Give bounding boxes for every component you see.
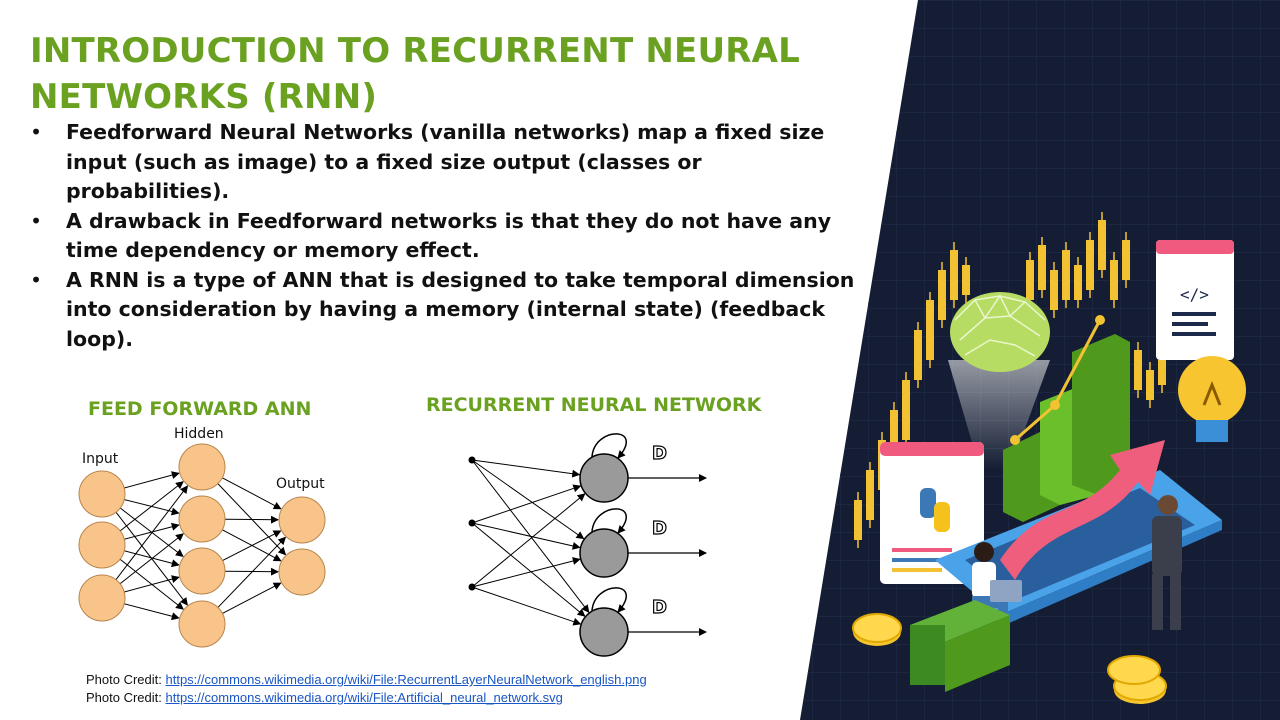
credit-link[interactable]: https://commons.wikimedia.org/wiki/File:… (166, 690, 563, 705)
credit-line: Photo Credit: https://commons.wikimedia.… (86, 689, 647, 707)
candlestick-body (854, 500, 862, 540)
bullet-item: • A drawback in Feedforward networks is t… (30, 207, 870, 266)
input-dot (468, 583, 476, 591)
candlestick-body (1146, 370, 1154, 400)
network-connection (474, 459, 581, 478)
candlestick-body (1158, 360, 1166, 385)
hidden-node (178, 495, 226, 543)
candlestick-body (902, 380, 910, 440)
candlestick-body (1074, 265, 1082, 300)
candlestick-body (914, 330, 922, 380)
network-connection (224, 515, 280, 524)
bullet-dot: • (30, 208, 43, 233)
network-connection (473, 493, 586, 586)
hero-illustration: </> (800, 0, 1280, 720)
bullet-item: • Feedforward Neural Networks (vanilla ne… (30, 118, 870, 207)
input-dot (468, 519, 476, 527)
input-node (78, 521, 126, 569)
rnn-diagram: D D D (468, 433, 707, 657)
candlestick-body (1134, 350, 1142, 390)
output-node (278, 496, 326, 544)
credit-link[interactable]: https://commons.wikimedia.org/wiki/File:… (166, 672, 647, 687)
credit-line: Photo Credit: https://commons.wikimedia.… (86, 671, 647, 689)
brain-icon (950, 292, 1050, 372)
recurrent-node (579, 528, 629, 578)
slide: INTRODUCTION TO RECURRENT NEURAL NETWORK… (0, 0, 1280, 720)
network-connection (119, 533, 184, 585)
bullet-text: A drawback in Feedforward networks is th… (66, 208, 832, 263)
delay-label: D (652, 597, 667, 618)
bullet-dot: • (30, 267, 43, 292)
network-connection (124, 603, 180, 621)
candlestick-body (938, 270, 946, 320)
bullet-text: Feedforward Neural Networks (vanilla net… (66, 120, 825, 203)
candlestick-body (1110, 260, 1118, 300)
code-window-icon: </> (1156, 240, 1234, 360)
bullet-text: A RNN is a type of ANN that is designed … (66, 267, 855, 351)
output-node (278, 548, 326, 596)
feedforward-title: FEED FORWARD ANN (88, 398, 312, 420)
network-connection (222, 477, 282, 510)
network-connection (124, 522, 180, 540)
network-connection (124, 471, 180, 489)
candlestick-body (1050, 270, 1058, 310)
network-connection (474, 484, 582, 523)
svg-text:</>: </> (1180, 285, 1209, 304)
candlestick-body (926, 300, 934, 360)
slide-title-line-1: INTRODUCTION TO RECURRENT NEURAL (30, 31, 801, 71)
network-connection (473, 524, 586, 617)
bullet-list: • Feedforward Neural Networks (vanilla ne… (30, 118, 870, 354)
network-connection (224, 567, 280, 576)
credit-prefix: Photo Credit: (86, 690, 166, 705)
delay-label: D (652, 518, 667, 539)
recurrent-node (579, 453, 629, 503)
slide-title: INTRODUCTION TO RECURRENT NEURAL NETWORK… (30, 28, 890, 120)
slide-title-line-2: NETWORKS (RNN) (30, 77, 378, 117)
candlestick-body (866, 470, 874, 520)
candlestick-body (1122, 240, 1130, 280)
hidden-node (178, 600, 226, 648)
network-connection (217, 536, 287, 608)
input-dot (468, 456, 476, 464)
bullet-item: • A RNN is a type of ANN that is designed… (30, 266, 870, 355)
feedforward-network-diagram (78, 443, 326, 648)
photo-credits: Photo Credit: https://commons.wikimedia.… (86, 671, 647, 707)
network-connection (473, 462, 590, 613)
bullet-dot: • (30, 120, 43, 144)
candlestick-body (950, 250, 958, 300)
network-connection (474, 557, 581, 587)
network-connection (474, 587, 582, 626)
input-node (78, 470, 126, 518)
network-connection (474, 523, 581, 550)
candlestick-body (1086, 240, 1094, 290)
candlestick-body (1038, 245, 1046, 290)
credit-prefix: Photo Credit: (86, 672, 166, 687)
candlestick-body (1098, 220, 1106, 270)
recurrent-node (579, 607, 629, 657)
input-node (78, 574, 126, 622)
delay-label: D (652, 443, 667, 464)
network-connection (222, 582, 282, 614)
candlestick-body (1026, 260, 1034, 300)
rnn-title: RECURRENT NEURAL NETWORK (426, 394, 762, 416)
network-connection (124, 575, 180, 593)
hidden-node (178, 547, 226, 595)
network-connection (119, 481, 184, 532)
candlestick-body (962, 265, 970, 295)
hidden-node (178, 443, 226, 491)
candlestick-body (1062, 250, 1070, 300)
